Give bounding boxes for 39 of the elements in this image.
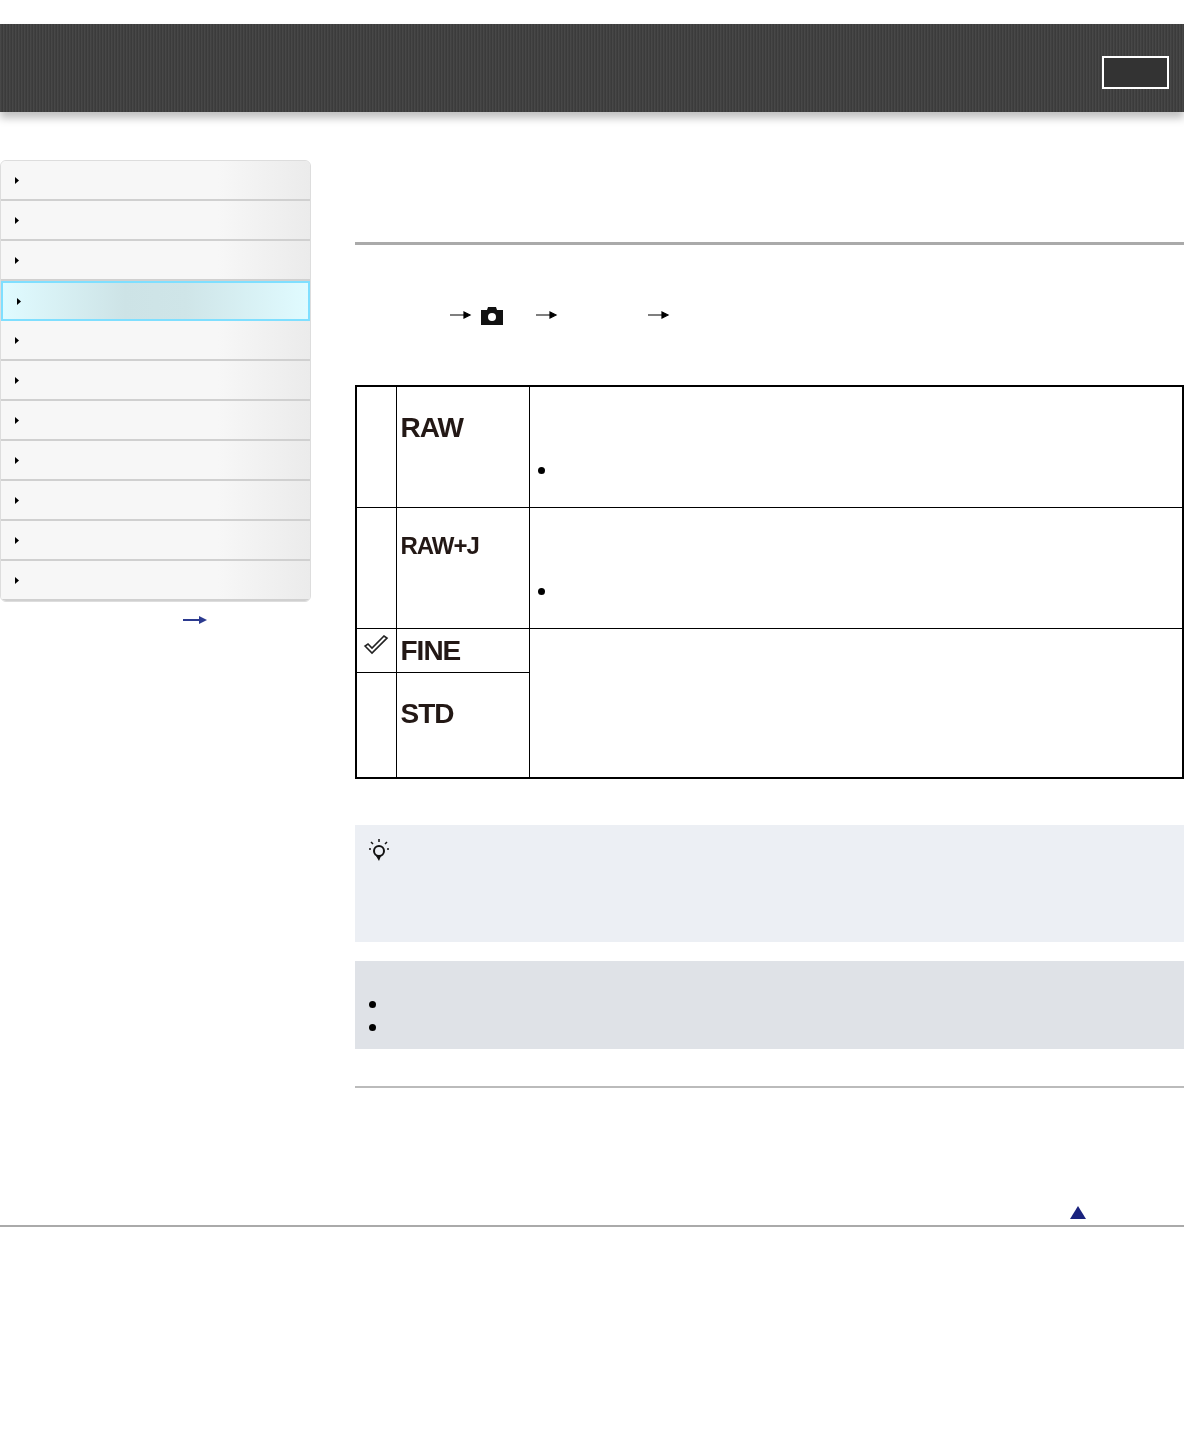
mode-label: FINE <box>400 634 461 666</box>
bullet-icon <box>369 1001 376 1008</box>
arrow-icon <box>648 311 670 319</box>
arrow-icon <box>536 311 558 319</box>
caret-icon <box>17 297 21 305</box>
sidebar-item[interactable] <box>1 561 310 601</box>
caret-icon <box>15 456 19 464</box>
sidebar-item[interactable] <box>1 241 310 281</box>
caret-icon <box>15 576 19 584</box>
bullet-icon <box>537 587 545 595</box>
caret-icon <box>15 216 19 224</box>
header-button[interactable] <box>1102 56 1169 89</box>
sidebar-item[interactable] <box>1 401 310 441</box>
arrow-icon <box>450 311 472 319</box>
mode-label: STD <box>400 697 454 729</box>
caret-icon <box>15 256 19 264</box>
mode-label: RAW+J <box>400 531 479 559</box>
bullet-icon <box>537 466 545 474</box>
caret-icon <box>15 176 19 184</box>
caret-icon <box>15 536 19 544</box>
sidebar-item[interactable] <box>1 481 310 521</box>
caret-icon <box>15 336 19 344</box>
caret-icon <box>15 376 19 384</box>
caret-icon <box>15 416 19 424</box>
camera-icon <box>480 305 504 325</box>
caret-icon <box>15 496 19 504</box>
sidebar-item[interactable] <box>1 521 310 561</box>
sidebar-item[interactable] <box>1 441 310 481</box>
arrow-icon[interactable] <box>182 616 207 624</box>
lightbulb-icon <box>367 837 391 863</box>
sidebar-item[interactable] <box>1 361 310 401</box>
bullet-icon <box>369 1024 376 1031</box>
sidebar-item[interactable] <box>1 321 310 361</box>
sidebar-item[interactable] <box>1 161 310 201</box>
sidebar-item[interactable] <box>1 201 310 241</box>
mode-label: RAW <box>400 412 463 443</box>
up-triangle-icon[interactable] <box>1070 1206 1086 1219</box>
check-icon <box>363 634 389 655</box>
sidebar-item[interactable] <box>1 281 310 321</box>
